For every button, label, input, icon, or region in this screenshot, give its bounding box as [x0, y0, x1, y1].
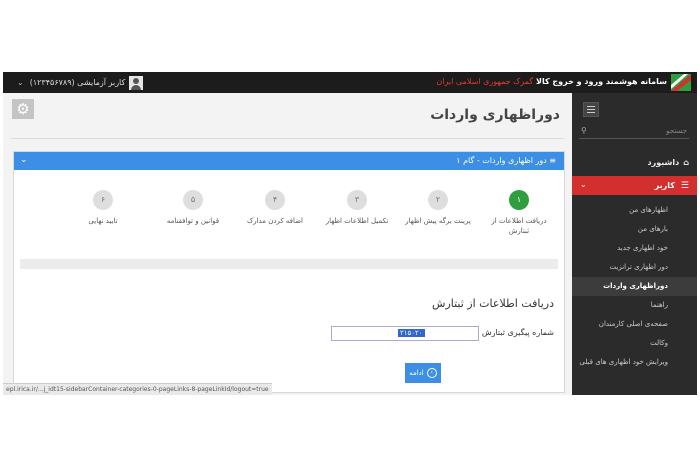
hamburger-menu-icon[interactable]: [583, 102, 599, 117]
main-content: ⚙ دوراظهاری واردات ≡ دور اظهاری واردات -…: [3, 93, 572, 395]
step-number: ۳: [347, 190, 367, 210]
divider: [11, 138, 564, 139]
gear-icon[interactable]: ⚙: [12, 99, 34, 119]
avatar: [129, 75, 144, 90]
panel-title-text: دور اظهاری واردات - گام ۱: [456, 156, 547, 165]
search-placeholder: جستجو: [666, 127, 687, 135]
home-icon: ⌂: [683, 157, 689, 167]
sidebar-item-power-of-attorney[interactable]: وکالت: [572, 334, 697, 353]
status-bar-url: epl.irica.ir/...j_idt15-sidebarContainer…: [3, 383, 272, 395]
step-4[interactable]: ۴ اضافه کردن مدارک: [240, 190, 310, 226]
step-label: تایید نهایی: [88, 217, 118, 225]
step-3[interactable]: ۳ تکمیل اطلاعات اظهار: [322, 190, 392, 226]
sidebar-item-dashboard[interactable]: ⌂ داشبورد: [577, 155, 689, 169]
sidebar-section-user[interactable]: ☰ کاربر ⌄: [572, 176, 697, 195]
page-title: دوراظهاری واردات: [430, 107, 560, 123]
step-2[interactable]: ۲ پرینت برگه پیش اظهار: [403, 190, 473, 226]
app-title-org: گمرک جمهوری اسلامی ایران: [436, 77, 534, 86]
app-title-main: سامانه هوشمند ورود و خروج کالا: [535, 77, 667, 86]
tracking-number-label: شماره پیگیری ثبتارش: [481, 328, 554, 337]
panel-header[interactable]: ≡ دور اظهاری واردات - گام ۱ ⌄: [14, 152, 564, 170]
step-label: تکمیل اطلاعات اظهار: [325, 217, 389, 225]
list-icon: ☰: [680, 180, 689, 191]
next-button-label: ادامه: [409, 369, 424, 377]
search-icon: ⚲: [581, 126, 587, 135]
section-title: دریافت اطلاعات از ثبتارش: [432, 297, 554, 310]
app-window: سامانه هوشمند ورود و خروج کالا گمرک جمهو…: [3, 72, 697, 395]
panel-title: ≡ دور اظهاری واردات - گام ۱: [456, 156, 556, 165]
sidebar-item-my-cargo[interactable]: بارهای من: [572, 220, 697, 239]
sidebar-item-staff-home[interactable]: صفحه‌ی اصلی کارمندان: [572, 315, 697, 334]
step-number: ۵: [183, 190, 203, 210]
step-6[interactable]: ۶ تایید نهایی: [68, 190, 138, 226]
sidebar-submenu: اظهارهای من بارهای من خود اظهاری جدید دو…: [572, 201, 697, 372]
step-label: پرینت برگه پیش اظهار: [405, 217, 471, 225]
wizard-panel: ≡ دور اظهاری واردات - گام ۱ ⌄ ۱ دریافت ا…: [13, 151, 565, 393]
progress-track: [20, 259, 558, 269]
chevron-down-icon: ⌄: [580, 180, 587, 189]
user-label: کاربر آزمایشی (۱۲۳۴۵۶۷۸۹): [29, 78, 126, 87]
step-number: ۶: [93, 190, 113, 210]
sidebar-item-edit-previous[interactable]: ویرایش خود اظهاری های قبلی: [572, 353, 697, 372]
sidebar-item-transit-declaration[interactable]: دور اظهاری ترانزیت: [572, 258, 697, 277]
step-5[interactable]: ۵ قوانین و توافقنامه: [158, 190, 228, 226]
chevron-down-icon[interactable]: ⌄: [20, 155, 28, 165]
sidebar-item-import-declaration[interactable]: دوراظهاری واردات: [572, 277, 697, 296]
tracking-number-input[interactable]: ۲۱۵۰۲۰: [331, 326, 479, 341]
step-number: ۴: [265, 190, 285, 210]
sidebar: جستجو ⚲ ⌂ داشبورد ☰ کاربر ⌄ اظهارهای من …: [572, 93, 697, 395]
next-button[interactable]: ‹ ادامه: [405, 363, 441, 383]
sidebar-search[interactable]: جستجو ⚲: [579, 125, 689, 139]
step-1[interactable]: ۱ دریافت اطلاعات از ثبتارش: [484, 190, 554, 236]
sidebar-item-help[interactable]: راهنما: [572, 296, 697, 315]
chevron-down-icon: ⌄: [17, 78, 24, 87]
user-menu[interactable]: ⌄ کاربر آزمایشی (۱۲۳۴۵۶۷۸۹): [17, 75, 144, 90]
step-number: ۲: [428, 190, 448, 210]
app-title: سامانه هوشمند ورود و خروج کالا گمرک جمهو…: [436, 77, 667, 86]
top-bar: سامانه هوشمند ورود و خروج کالا گمرک جمهو…: [3, 72, 697, 93]
step-label: دریافت اطلاعات از ثبتارش: [491, 217, 547, 235]
sidebar-item-label: داشبورد: [647, 157, 680, 167]
arrow-left-icon: ‹: [426, 368, 437, 378]
customs-logo-icon: [671, 74, 691, 91]
sidebar-item-my-declarations[interactable]: اظهارهای من: [572, 201, 697, 220]
tracking-number-value: ۲۱۵۰۲۰: [398, 329, 425, 337]
step-label: اضافه کردن مدارک: [246, 217, 304, 225]
step-number: ۱: [509, 190, 529, 210]
step-label: قوانین و توافقنامه: [166, 217, 220, 225]
sidebar-item-new-declaration[interactable]: خود اظهاری جدید: [572, 239, 697, 258]
sidebar-section-label: کاربر: [654, 181, 675, 190]
